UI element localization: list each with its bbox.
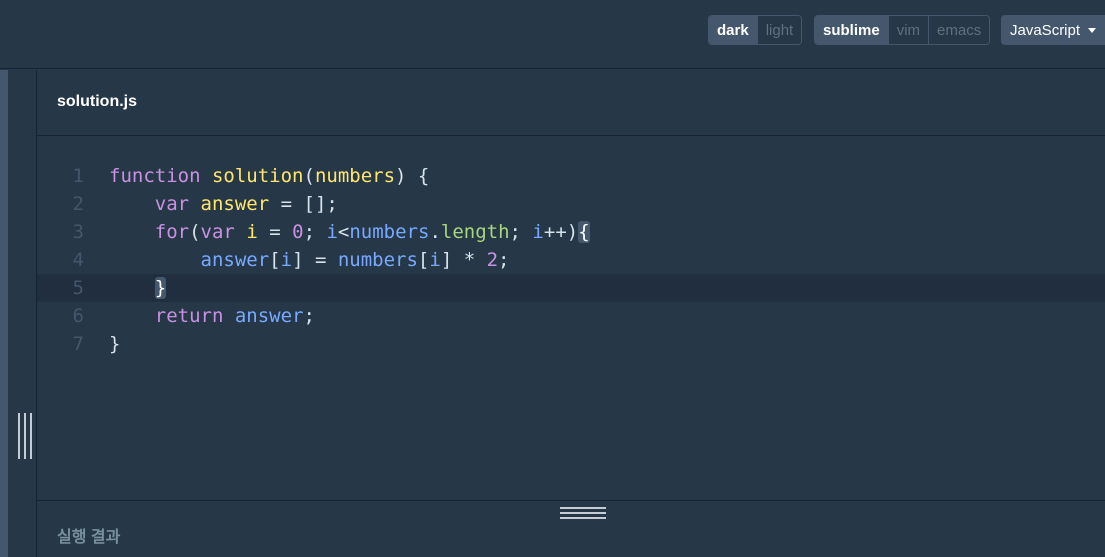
code-line[interactable]: 1 function solution(numbers) { [37,162,1105,190]
code-token: } [109,333,121,355]
horizontal-drag-handle-icon[interactable] [560,507,606,519]
vertical-splitter[interactable] [8,70,37,557]
line-number: 2 [72,193,84,215]
code-line[interactable]: 6 return answer; [37,302,1105,330]
code-token: ] = [292,249,338,271]
result-panel: 실행 결과 [37,500,1105,557]
code-token: answer [200,249,270,271]
code-token: solution [211,165,304,187]
code-token: [ [269,249,281,271]
code-token: i [429,249,441,271]
code-token: { [578,221,590,243]
keymap-sublime-button[interactable]: sublime [815,16,889,44]
theme-toggle-group: dark light [708,15,803,45]
line-number: 6 [72,305,84,327]
language-select[interactable]: JavaScript [1001,15,1105,45]
code-token: ( [303,165,315,187]
code-token: for [154,221,190,243]
keymap-toggle-group: sublime vim emacs [814,15,991,45]
code-token: = [257,221,293,243]
code-line[interactable]: 4 answer[i] = numbers[i] * 2; [37,246,1105,274]
code-token: answer [234,305,304,327]
code-token: ; [303,305,315,327]
code-token: ; [303,221,327,243]
code-token: ( [189,221,201,243]
theme-light-button[interactable]: light [757,16,802,44]
code-token: length [440,221,510,243]
file-name: solution.js [57,93,137,110]
code-token: i [246,221,258,243]
theme-dark-button[interactable]: dark [709,16,758,44]
code-token: . [429,221,441,243]
code-token: answer [200,193,270,215]
drag-handle-icon[interactable] [18,413,32,459]
keymap-emacs-button[interactable]: emacs [929,16,990,44]
editor-toolbar: dark light sublime vim emacs JavaScript [0,0,1105,69]
keymap-vim-button[interactable]: vim [888,16,930,44]
chevron-down-icon [1088,27,1097,33]
code-token: = []; [269,193,338,215]
code-area[interactable]: 1 function solution(numbers) {2 var answe… [37,162,1105,358]
file-tab: solution.js [37,70,1105,136]
line-number: 3 [72,221,84,243]
code-line[interactable]: 7} [37,330,1105,358]
code-token: ] * [440,249,487,271]
code-token: i [532,221,544,243]
code-text: answer[i] = numbers[i] * 2; [109,246,510,274]
result-title: 실행 결과 [57,529,121,546]
line-number: 5 [72,277,84,299]
code-token: } [154,277,167,299]
code-text: function solution(numbers) { [109,162,429,190]
code-line[interactable]: 3 for(var i = 0; i<numbers.length; i++){ [37,218,1105,246]
line-number: 7 [72,333,84,355]
line-number: 4 [72,249,84,271]
line-number: 1 [72,165,84,187]
code-token: [ [417,249,430,271]
code-token: return [154,305,224,327]
code-token: ; [509,221,533,243]
code-text: } [109,330,120,358]
code-token: i [280,249,293,271]
code-line[interactable]: 5 } [37,274,1105,302]
code-token: 0 [292,221,304,243]
code-token: < [337,221,350,243]
code-token: numbers [314,165,396,187]
code-token: i [326,221,338,243]
code-token: 2 [486,249,499,271]
code-text: var answer = []; [109,190,338,218]
left-panel-edge [0,70,8,557]
code-text: } [109,274,167,302]
code-token: ) { [395,165,430,187]
code-token: numbers [349,221,430,243]
code-token: ++) [543,221,579,243]
code-text: for(var i = 0; i<numbers.length; i++){ [109,218,590,246]
language-select-label: JavaScript [1010,21,1081,39]
code-token: var [154,193,190,215]
code-editor: solution.js 1 function solution(numbers) … [37,70,1105,500]
code-token: function [109,165,201,187]
code-token: ; [498,249,510,271]
code-line[interactable]: 2 var answer = []; [37,190,1105,218]
code-token: var [200,221,235,243]
code-text: return answer; [109,302,315,330]
code-token: numbers [337,249,418,271]
